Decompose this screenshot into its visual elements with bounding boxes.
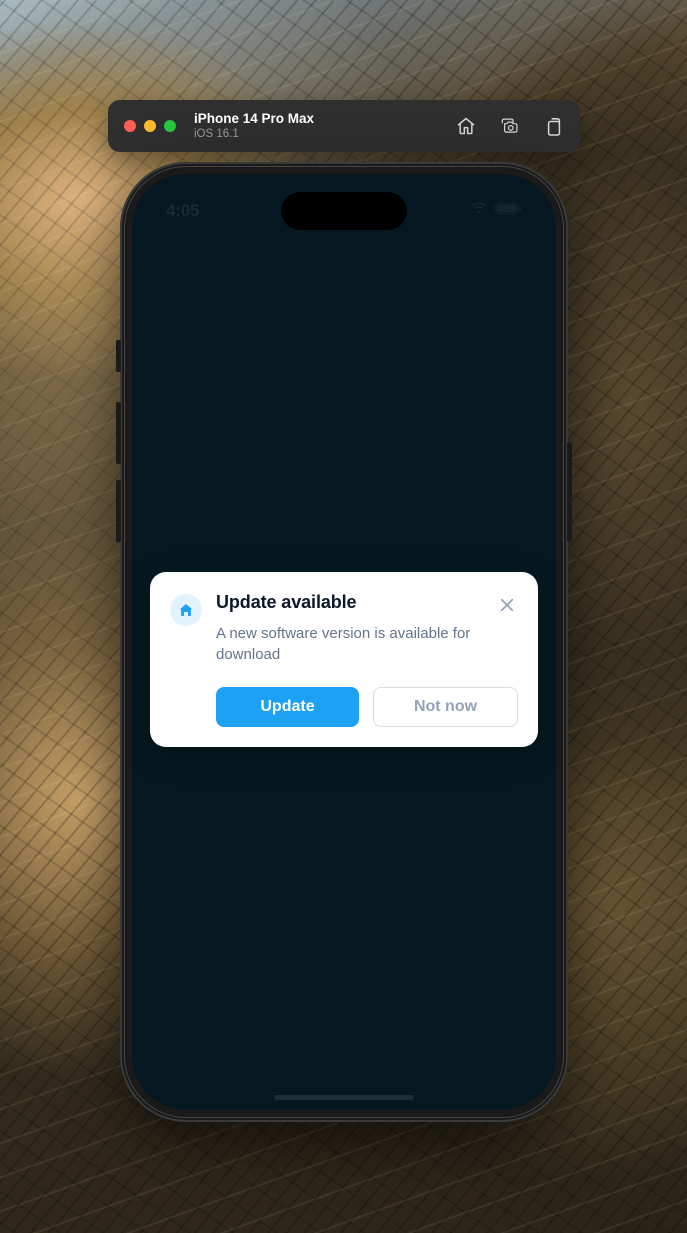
update-modal: Update available A new software version … bbox=[150, 572, 538, 747]
power-button[interactable] bbox=[567, 442, 572, 542]
battery-icon bbox=[494, 202, 522, 220]
rotate-icon[interactable] bbox=[544, 116, 564, 136]
wifi-icon bbox=[470, 202, 488, 220]
volume-down-button[interactable] bbox=[116, 480, 121, 542]
fullscreen-window-button[interactable] bbox=[164, 120, 176, 132]
close-window-button[interactable] bbox=[124, 120, 136, 132]
not-now-button[interactable]: Not now bbox=[373, 687, 518, 727]
status-indicators bbox=[470, 202, 522, 220]
simulator-device-name: iPhone 14 Pro Max bbox=[194, 111, 314, 127]
simulator-title-block: iPhone 14 Pro Max iOS 16.1 bbox=[194, 111, 314, 141]
simulator-os-version: iOS 16.1 bbox=[194, 128, 314, 141]
volume-up-button[interactable] bbox=[116, 402, 121, 464]
minimize-window-button[interactable] bbox=[144, 120, 156, 132]
simulator-toolbar: iPhone 14 Pro Max iOS 16.1 bbox=[108, 100, 580, 152]
update-button[interactable]: Update bbox=[216, 687, 359, 727]
iphone-device-frame: 4:05 bbox=[120, 162, 568, 1122]
house-icon bbox=[170, 594, 202, 626]
silence-switch[interactable] bbox=[116, 340, 121, 372]
home-icon[interactable] bbox=[456, 116, 476, 136]
device-screen: 4:05 bbox=[132, 174, 556, 1110]
close-icon[interactable] bbox=[498, 596, 518, 616]
window-controls bbox=[124, 120, 176, 132]
simulator-actions bbox=[456, 116, 564, 136]
dynamic-island bbox=[281, 192, 407, 230]
home-indicator[interactable] bbox=[274, 1095, 414, 1100]
status-time: 4:05 bbox=[166, 201, 199, 221]
screenshot-icon[interactable] bbox=[500, 116, 520, 136]
modal-title: Update available bbox=[216, 592, 484, 613]
modal-description: A new software version is available for … bbox=[216, 623, 484, 665]
